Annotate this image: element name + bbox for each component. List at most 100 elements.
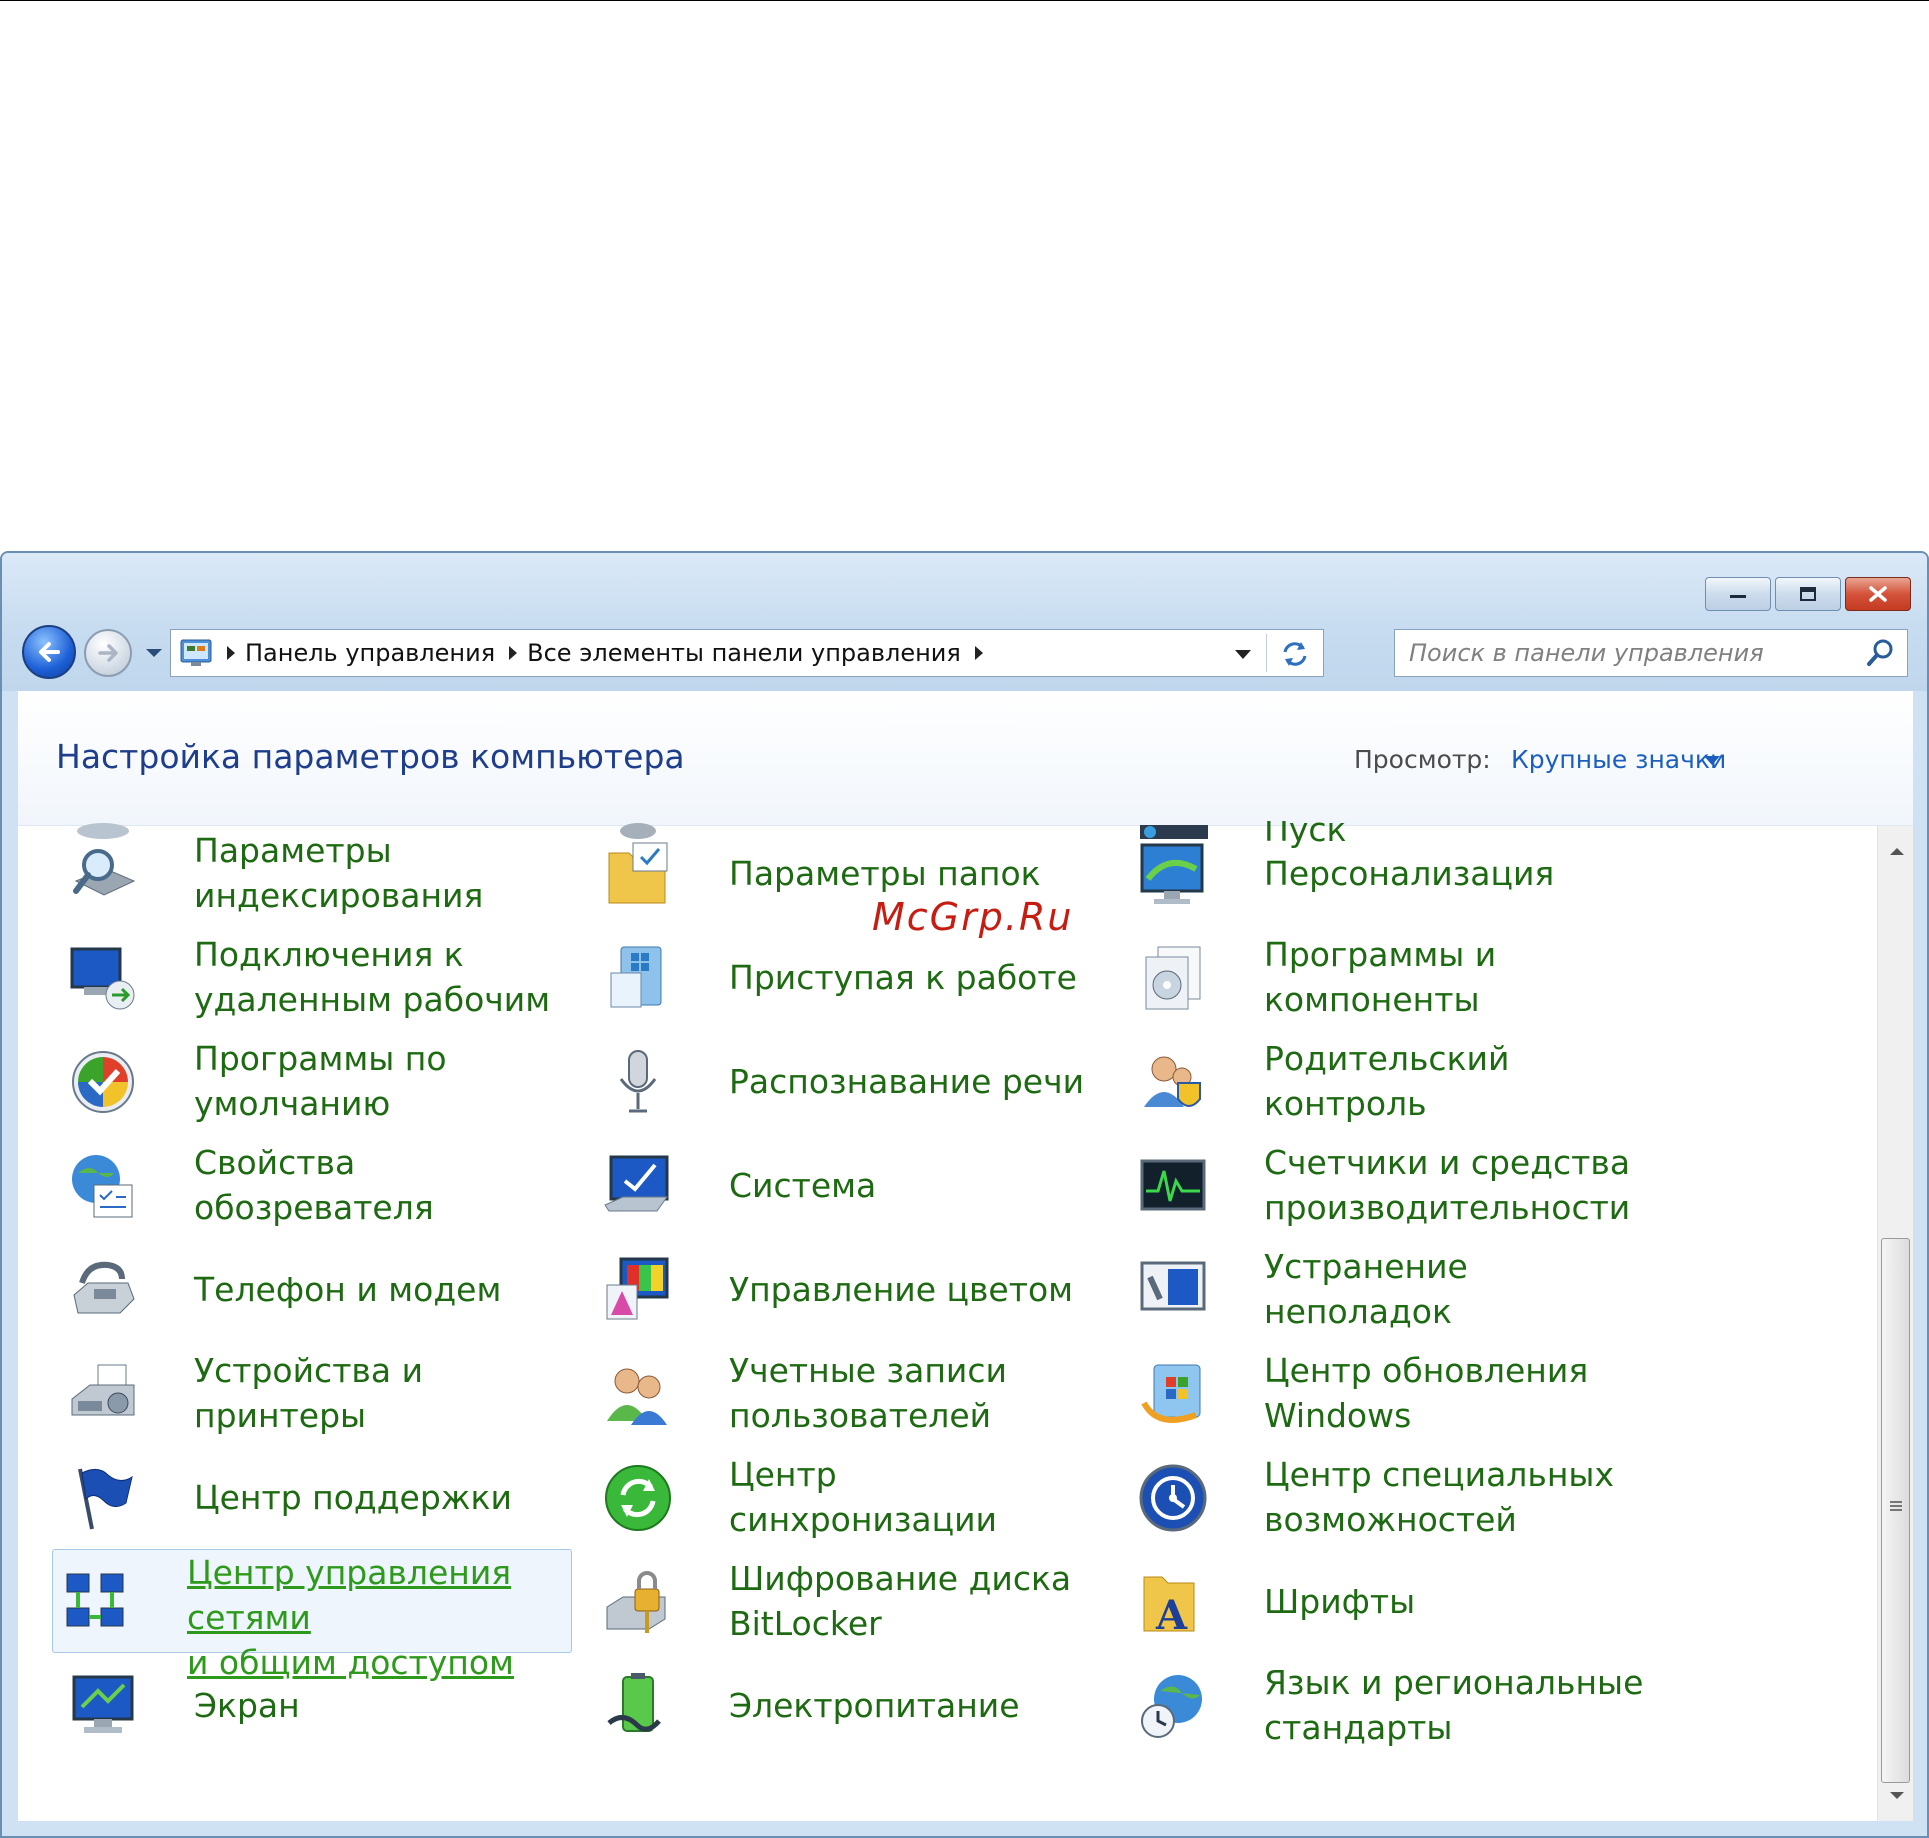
item-label: Программы и компоненты (1264, 935, 1497, 1019)
minimize-icon (1730, 595, 1746, 598)
personalization-icon (1140, 843, 1204, 904)
performance-icon (1140, 1159, 1206, 1211)
bitlocker-icon (606, 1571, 666, 1633)
vertical-scrollbar[interactable] (1877, 826, 1913, 1821)
header-band: Настройка параметров компьютера Просмотр… (18, 691, 1913, 826)
item-devices-printers[interactable]: Устройства и принтеры (60, 1341, 580, 1445)
default-programs-icon (72, 1051, 134, 1113)
item-system[interactable]: Система (595, 1133, 1115, 1237)
windows-update-icon (1141, 1364, 1201, 1423)
troubleshooting-icon (1140, 1261, 1206, 1311)
ease-of-access-icon (1139, 1464, 1207, 1532)
item-speech-recognition[interactable]: Распознавание речи (595, 1029, 1115, 1133)
maximize-button[interactable] (1775, 577, 1841, 611)
item-windows-update[interactable]: Центр обновления Windows (1130, 1341, 1650, 1445)
item-label: Язык и региональные стандарты (1264, 1663, 1644, 1747)
display-icon (72, 1675, 134, 1733)
item-label: Телефон и модем (194, 1269, 502, 1309)
color-management-icon (606, 1257, 669, 1320)
item-network-sharing-center[interactable]: Центр управления сетями и общим доступом (52, 1549, 572, 1682)
breadcrumb-control-panel[interactable]: Панель управления (245, 639, 495, 667)
search-icon[interactable] (1863, 636, 1897, 670)
control-panel-icon (180, 639, 212, 666)
item-internet-options[interactable]: Свойства обозревателя (60, 1133, 580, 1237)
scroll-grip-icon (1890, 1501, 1902, 1513)
item-performance[interactable]: Счетчики и средства производительности (1130, 1133, 1650, 1237)
breadcrumb-separator[interactable] (974, 646, 983, 660)
system-icon (604, 1155, 669, 1212)
maximize-icon (1800, 587, 1816, 601)
item-ease-of-access[interactable]: Центр специальных возможностей (1130, 1445, 1650, 1549)
remote-desktop-icon (70, 947, 135, 1010)
parental-control-icon (1144, 1056, 1201, 1107)
item-indexing-options[interactable]: Параметры индексирования (60, 821, 580, 925)
scroll-up-arrow-icon[interactable] (1890, 848, 1904, 855)
view-label: Просмотр: (1354, 745, 1491, 774)
forward-arrow-icon (98, 644, 118, 662)
internet-options-icon (72, 1155, 133, 1218)
item-label: Распознавание речи (729, 1061, 1085, 1101)
item-personalization[interactable]: Персонализация (1130, 821, 1650, 925)
item-label: Система (729, 1165, 877, 1205)
item-label: Параметры индексирования (194, 831, 484, 915)
top-rule (0, 0, 1929, 1)
address-bar[interactable]: Панель управления Все элементы панели уп… (170, 629, 1324, 677)
item-troubleshooting[interactable]: Устранение неполадок (1130, 1237, 1650, 1341)
item-user-accounts[interactable]: Учетные записи пользователей (595, 1341, 1115, 1445)
region-language-icon (1141, 1675, 1202, 1738)
close-button[interactable] (1845, 577, 1911, 611)
devices-printers-icon (71, 1364, 135, 1416)
minimize-button[interactable] (1705, 577, 1771, 611)
back-button[interactable] (22, 625, 76, 679)
control-panel-window: Панель управления Все элементы панели уп… (0, 551, 1929, 1838)
close-icon (1869, 586, 1887, 602)
view-mode-dropdown-icon[interactable] (1704, 756, 1720, 765)
folder-options-icon (608, 842, 668, 904)
scroll-thumb[interactable] (1881, 1238, 1910, 1783)
item-region-language[interactable]: Язык и региональные стандарты (1130, 1653, 1650, 1757)
search-box[interactable] (1394, 629, 1908, 677)
item-label: Шифрование диска BitLocker (729, 1559, 1072, 1643)
refresh-icon[interactable] (1277, 636, 1313, 672)
item-label: Устранение неполадок (1264, 1247, 1468, 1331)
item-label: Свойства обозревателя (194, 1143, 434, 1227)
item-power-options[interactable]: Электропитание (595, 1653, 1115, 1757)
view-mode-selector[interactable]: Крупные значки (1511, 745, 1726, 774)
address-divider (1266, 634, 1267, 672)
item-color-management[interactable]: Управление цветом (595, 1237, 1115, 1341)
recent-pages-dropdown-icon[interactable] (144, 647, 164, 659)
item-remote-desktop[interactable]: Подключения к удаленным рабочим (60, 925, 580, 1029)
content-pane: Настройка параметров компьютера Просмотр… (18, 691, 1913, 1821)
item-default-programs[interactable]: Программы по умолчанию (60, 1029, 580, 1133)
scroll-down-arrow-icon[interactable] (1890, 1792, 1904, 1799)
item-label: Устройства и принтеры (194, 1351, 424, 1435)
fonts-icon: A (1143, 1576, 1195, 1637)
address-history-dropdown-icon[interactable] (1235, 650, 1251, 659)
item-fonts[interactable]: A Шрифты (1130, 1549, 1650, 1653)
item-action-center[interactable]: Центр поддержки (60, 1445, 580, 1549)
breadcrumb-all-items[interactable]: Все элементы панели управления (527, 639, 961, 667)
getting-started-icon (610, 946, 662, 1008)
item-getting-started[interactable]: Приступая к работе (595, 925, 1115, 1029)
item-sync-center[interactable]: Центр синхронизации (595, 1445, 1115, 1549)
breadcrumb-separator[interactable] (509, 646, 518, 660)
item-label: Подключения к удаленным рабочим (194, 935, 551, 1019)
item-programs-features[interactable]: Программы и компоненты (1130, 925, 1650, 1029)
forward-button[interactable] (84, 629, 132, 677)
item-label: Электропитание (729, 1685, 1020, 1725)
sync-center-icon (605, 1465, 671, 1531)
item-label: Учетные записи пользователей (729, 1351, 1007, 1435)
item-display[interactable]: Экран (60, 1653, 580, 1757)
item-label: Персонализация (1264, 853, 1555, 893)
item-parental-controls[interactable]: Родительский контроль (1130, 1029, 1650, 1133)
programs-icon (1145, 946, 1201, 1010)
item-label: Шрифты (1264, 1581, 1416, 1621)
item-label: Программы по умолчанию (194, 1039, 447, 1123)
breadcrumb-separator[interactable] (227, 646, 235, 660)
watermark: McGrp.Ru (872, 895, 1074, 939)
item-label: Родительский контроль (1264, 1039, 1510, 1123)
search-input[interactable] (1409, 633, 1863, 673)
item-label: Приступая к работе (729, 957, 1077, 997)
item-bitlocker[interactable]: Шифрование диска BitLocker (595, 1549, 1115, 1653)
item-phone-modem[interactable]: Телефон и модем (60, 1237, 580, 1341)
